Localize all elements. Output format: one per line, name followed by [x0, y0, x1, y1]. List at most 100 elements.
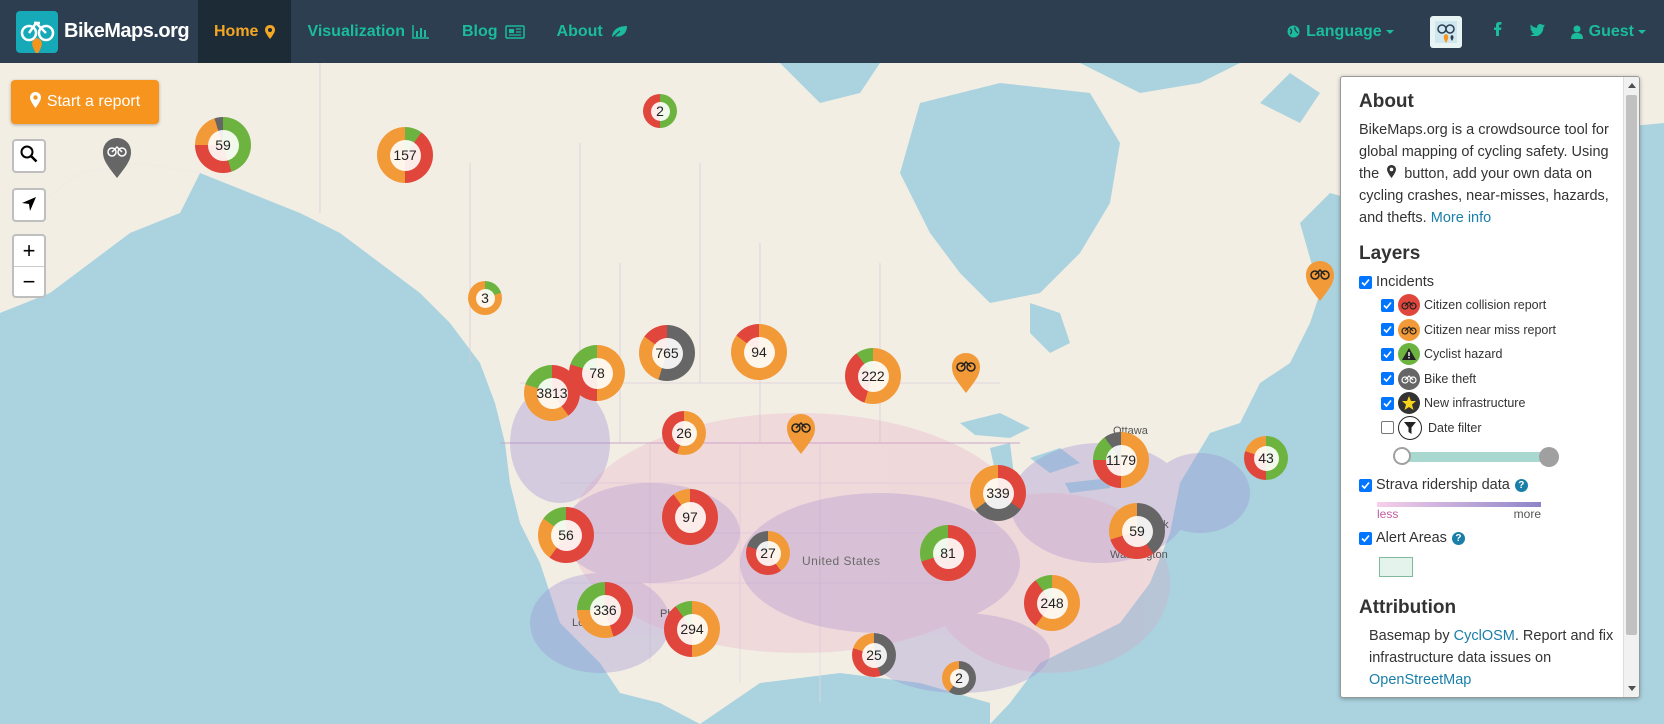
date-range-slider[interactable]: [1393, 444, 1559, 468]
twitter-link[interactable]: [1516, 0, 1559, 63]
incidents-checkbox[interactable]: [1359, 275, 1372, 289]
incident-cluster[interactable]: 43: [1244, 436, 1288, 480]
incident-cluster[interactable]: 59: [195, 117, 251, 173]
nav-about[interactable]: About: [541, 0, 644, 63]
zoom-control: + −: [12, 234, 46, 298]
alert-areas-checkbox[interactable]: [1359, 531, 1372, 545]
alert-area-swatch: [1379, 557, 1413, 577]
slider-end-handle[interactable]: [1539, 447, 1559, 467]
brand[interactable]: BikeMaps.org: [0, 0, 198, 63]
near-miss-marker[interactable]: [951, 353, 981, 393]
search-control[interactable]: [12, 139, 46, 173]
incident-cluster[interactable]: 3: [468, 281, 502, 315]
date-filter-layer[interactable]: Date filter: [1359, 415, 1627, 441]
incident-cluster[interactable]: 339: [970, 465, 1026, 521]
strava-gradient-labels: less more: [1377, 507, 1541, 521]
strava-checkbox[interactable]: [1359, 478, 1372, 492]
question-icon[interactable]: ?: [1514, 478, 1528, 492]
strava-layer[interactable]: Strava ridership data ?: [1359, 474, 1627, 496]
near-miss-layer[interactable]: Citizen near miss report: [1359, 318, 1627, 343]
top-navbar: BikeMaps.org Home Visualization Blog Abo…: [0, 0, 1664, 63]
country-label: United States: [802, 554, 881, 568]
new-infra-layer[interactable]: New infrastructure: [1359, 391, 1627, 416]
question-icon[interactable]: ?: [1451, 531, 1465, 545]
info-panel: About BikeMaps.org is a crowdsource tool…: [1340, 76, 1640, 698]
date-filter-checkbox[interactable]: [1381, 421, 1394, 435]
map-pin-icon: [1387, 163, 1397, 185]
incident-cluster[interactable]: 2: [643, 94, 677, 128]
nav-home[interactable]: Home: [198, 0, 292, 63]
zoom-in-button[interactable]: +: [14, 236, 44, 266]
nav-blog[interactable]: Blog: [446, 0, 541, 63]
cluster-count: 294: [676, 613, 708, 645]
scroll-up-arrow-icon[interactable]: [1628, 83, 1636, 88]
guest-label: Guest: [1588, 22, 1634, 40]
chevron-down-icon: [1638, 29, 1646, 34]
alert-areas-layer[interactable]: Alert Areas ?: [1359, 527, 1627, 549]
hazard-layer[interactable]: Cyclist hazard: [1359, 342, 1627, 367]
slider-start-handle[interactable]: [1393, 447, 1411, 465]
near-miss-checkbox[interactable]: [1381, 323, 1394, 337]
leaf-icon: [610, 25, 628, 39]
cluster-count: 43: [1253, 445, 1279, 471]
incident-cluster[interactable]: 336: [577, 582, 633, 638]
incident-cluster[interactable]: 3813: [524, 365, 580, 421]
scrollbar-thumb[interactable]: [1626, 95, 1637, 635]
incident-cluster[interactable]: 81: [920, 525, 976, 581]
gradient-less-label: less: [1377, 507, 1399, 521]
incident-cluster[interactable]: 222: [845, 348, 901, 404]
cluster-count: 81: [932, 537, 964, 569]
about-text: BikeMaps.org is a crowdsource tool for g…: [1359, 119, 1627, 229]
incident-cluster[interactable]: 765: [639, 325, 695, 381]
nav-visualization-label: Visualization: [307, 22, 405, 40]
bike-theft-marker[interactable]: [102, 138, 132, 178]
zoom-out-button[interactable]: −: [14, 266, 44, 296]
incident-cluster[interactable]: 94: [731, 324, 787, 380]
incident-cluster[interactable]: 56: [538, 507, 594, 563]
search-button[interactable]: [14, 141, 44, 171]
map-pin-icon: [265, 24, 276, 39]
app-map-icon[interactable]: [1429, 15, 1462, 48]
scroll-down-arrow-icon[interactable]: [1628, 686, 1636, 691]
locate-button[interactable]: [14, 190, 44, 220]
incident-cluster[interactable]: 294: [664, 601, 720, 657]
incident-cluster[interactable]: 59: [1109, 503, 1165, 559]
incident-cluster[interactable]: 27: [746, 531, 790, 575]
theft-checkbox[interactable]: [1381, 372, 1394, 386]
osm-link[interactable]: OpenStreetMap: [1369, 672, 1471, 688]
cluster-count: 3813: [536, 377, 568, 409]
incident-cluster[interactable]: 2: [942, 661, 976, 695]
hazard-warning-icon: [1398, 343, 1420, 366]
attribution-title: Attribution: [1359, 597, 1457, 618]
incident-cluster[interactable]: 25: [852, 633, 896, 677]
hazard-label: Cyclist hazard: [1424, 347, 1503, 362]
theft-layer[interactable]: Bike theft: [1359, 367, 1627, 392]
incident-cluster[interactable]: 248: [1024, 575, 1080, 631]
incident-cluster[interactable]: 157: [377, 127, 433, 183]
new-infra-checkbox[interactable]: [1381, 396, 1394, 410]
collision-checkbox[interactable]: [1381, 298, 1394, 312]
nav-visualization[interactable]: Visualization: [291, 0, 446, 63]
search-icon: [20, 143, 38, 169]
cyclosm-link[interactable]: CyclOSM: [1454, 628, 1515, 644]
near-miss-marker[interactable]: [1305, 261, 1335, 301]
incident-cluster[interactable]: 97: [662, 489, 718, 545]
start-report-button[interactable]: Start a report: [11, 80, 159, 124]
panel-scrollbar[interactable]: [1623, 77, 1639, 697]
collision-label: Citizen collision report: [1424, 298, 1547, 313]
incident-cluster[interactable]: 26: [662, 411, 706, 455]
language-dropdown[interactable]: Language: [1271, 0, 1412, 63]
hazard-checkbox[interactable]: [1381, 347, 1394, 361]
collision-layer[interactable]: Citizen collision report: [1359, 293, 1627, 318]
guest-dropdown[interactable]: Guest: [1559, 0, 1664, 63]
slider-track: [1401, 452, 1551, 462]
cluster-count: 97: [674, 501, 706, 533]
near-miss-marker[interactable]: [786, 414, 816, 454]
about-title: About: [1359, 91, 1414, 112]
cluster-count: 3: [475, 288, 495, 308]
more-info-link[interactable]: More info: [1431, 210, 1491, 226]
facebook-link[interactable]: [1480, 0, 1516, 63]
locate-control[interactable]: [12, 188, 46, 222]
incidents-layer[interactable]: Incidents: [1359, 271, 1627, 293]
incident-cluster[interactable]: 1179: [1093, 432, 1149, 488]
